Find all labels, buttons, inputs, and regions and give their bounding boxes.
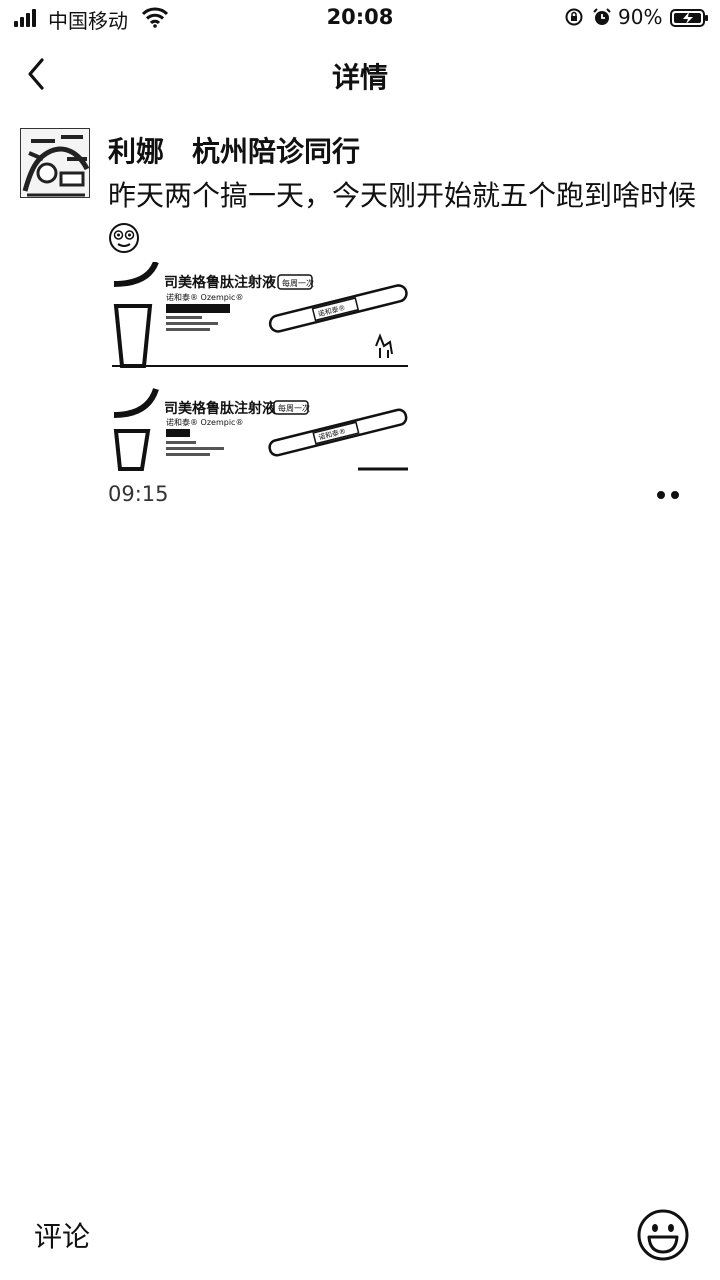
status-time: 20:08 [326,5,394,29]
smiley-face-icon[interactable] [636,1208,690,1262]
page-title: 详情 [331,61,388,94]
avatar[interactable] [20,128,90,198]
product-badge: 每周一次 [282,278,314,288]
product-box-image: 司美格鲁肽注射液 每周一次 诺和泰® Ozempic® 诺和泰® [112,262,408,368]
product-name: 司美格鲁肽注射液 [164,274,277,291]
dizzy-face-emoji-icon [109,223,139,253]
battery-charging-icon [670,9,708,27]
post-image-2[interactable]: 司美格鲁肽注射液 每周一次 诺和泰® Ozempic® 诺和泰® [108,385,412,471]
product-brand: 诺和泰® Ozempic® [166,417,243,427]
product-box-image: 司美格鲁肽注射液 每周一次 诺和泰® Ozempic® 诺和泰® [113,387,408,471]
post-text: 昨天两个搞一天，今天刚开始就五个跑到啥时候 [108,179,697,212]
battery-percent: 90% [618,5,663,29]
post-time: 09:15 [108,482,169,506]
author-name[interactable]: 利娜 杭州陪诊同行 [108,130,360,170]
nav-bar: 详情 [0,36,720,112]
product-badge: 每周一次 [278,403,310,413]
avatar-image [21,129,89,197]
product-name: 司美格鲁肽注射液 [164,400,277,417]
comment-input[interactable]: 评论 [34,1215,90,1255]
status-bar: 中国移动 20:08 90% [0,0,720,36]
product-brand: 诺和泰® Ozempic® [166,292,243,302]
alarm-icon [593,8,611,25]
orientation-lock-icon [565,8,583,26]
more-dots-icon[interactable] [650,484,686,506]
post-content: 昨天两个搞一天，今天刚开始就五个跑到啥时候 [108,174,698,262]
post-image-1[interactable]: 司美格鲁肽注射液 每周一次 诺和泰® Ozempic® 诺和泰® [108,262,412,370]
